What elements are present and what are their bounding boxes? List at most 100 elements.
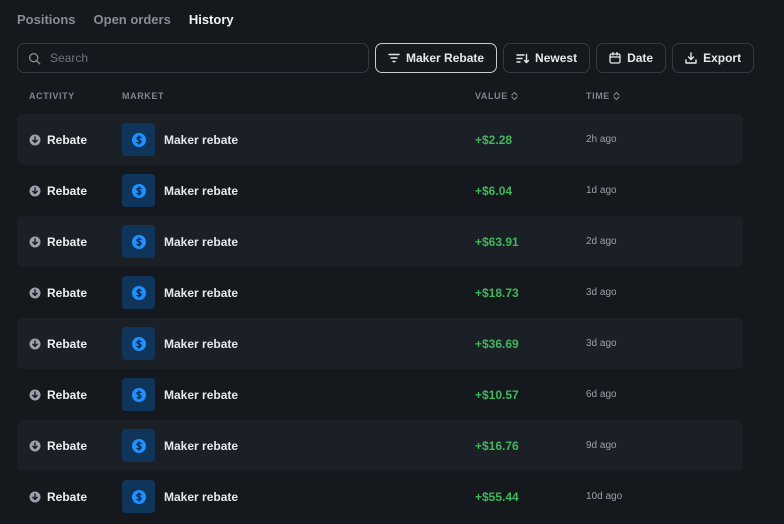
time-cell: 6d ago bbox=[586, 369, 617, 420]
market-name: Maker rebate bbox=[164, 438, 239, 453]
search-input[interactable] bbox=[48, 50, 368, 66]
tab-history[interactable]: History bbox=[189, 12, 234, 27]
maker-rebate-filter-button[interactable]: Maker Rebate bbox=[375, 43, 498, 73]
column-header-activity: ACTIVITY bbox=[29, 91, 75, 101]
table-row[interactable]: Rebate Maker rebate +$2.28 2h ago bbox=[17, 114, 743, 165]
market-name: Maker rebate bbox=[164, 132, 239, 147]
filter-icon bbox=[388, 53, 400, 63]
value-cell: +$63.91 bbox=[475, 216, 519, 267]
time-cell: 3d ago bbox=[586, 318, 617, 369]
value-cell: +$18.73 bbox=[475, 267, 519, 318]
activity-cell: Rebate bbox=[29, 165, 87, 216]
filter-label: Maker Rebate bbox=[406, 51, 485, 65]
dollar-coin-icon bbox=[131, 387, 146, 402]
market-thumbnail bbox=[122, 174, 155, 207]
market-cell[interactable]: Maker rebate bbox=[122, 216, 238, 267]
market-thumbnail bbox=[122, 480, 155, 513]
arrow-down-circle-icon bbox=[29, 236, 41, 247]
value-cell: +$2.28 bbox=[475, 114, 512, 165]
market-cell[interactable]: Maker rebate bbox=[122, 165, 238, 216]
time-cell: 1d ago bbox=[586, 165, 617, 216]
tab-positions[interactable]: Positions bbox=[17, 12, 76, 27]
market-cell[interactable]: Maker rebate bbox=[122, 471, 238, 522]
activity-label: Rebate bbox=[47, 183, 88, 198]
time-ago: 2d ago bbox=[586, 236, 617, 247]
arrow-down-circle-icon bbox=[29, 389, 41, 400]
table-row[interactable]: Rebate Maker rebate +$55.44 10d ago bbox=[17, 471, 743, 522]
column-header-market: MARKET bbox=[122, 91, 164, 101]
history-table-body: Rebate Maker rebate +$2.28 2h ago Rebate… bbox=[17, 114, 743, 522]
market-name: Maker rebate bbox=[164, 489, 239, 504]
sort-newest-button[interactable]: Newest bbox=[503, 43, 591, 73]
time-ago: 1d ago bbox=[586, 185, 617, 196]
column-header-time[interactable]: TIME bbox=[586, 91, 620, 101]
arrow-down-circle-icon bbox=[29, 134, 41, 145]
market-thumbnail bbox=[122, 123, 155, 156]
market-name: Maker rebate bbox=[164, 234, 239, 249]
sort-icon bbox=[516, 53, 530, 63]
time-cell: 2d ago bbox=[586, 216, 617, 267]
time-cell: 2h ago bbox=[586, 114, 617, 165]
market-name: Maker rebate bbox=[164, 336, 239, 351]
sort-arrows-icon bbox=[511, 91, 518, 101]
market-thumbnail bbox=[122, 429, 155, 462]
value-amount: +$16.76 bbox=[475, 438, 519, 453]
market-name: Maker rebate bbox=[164, 183, 239, 198]
time-ago: 9d ago bbox=[586, 440, 617, 451]
time-cell: 3d ago bbox=[586, 267, 617, 318]
time-cell: 10d ago bbox=[586, 471, 622, 522]
value-cell: +$36.69 bbox=[475, 318, 519, 369]
activity-label: Rebate bbox=[47, 438, 88, 453]
activity-label: Rebate bbox=[47, 489, 88, 504]
activity-label: Rebate bbox=[47, 336, 88, 351]
market-cell[interactable]: Maker rebate bbox=[122, 267, 238, 318]
time-ago: 2h ago bbox=[586, 134, 617, 145]
dollar-coin-icon bbox=[131, 234, 146, 249]
market-thumbnail bbox=[122, 378, 155, 411]
value-amount: +$2.28 bbox=[475, 132, 513, 147]
table-row[interactable]: Rebate Maker rebate +$16.76 9d ago bbox=[17, 420, 743, 471]
value-amount: +$10.57 bbox=[475, 387, 519, 402]
column-header-value-label: VALUE bbox=[475, 91, 508, 101]
market-cell[interactable]: Maker rebate bbox=[122, 114, 238, 165]
download-icon bbox=[685, 52, 697, 64]
arrow-down-circle-icon bbox=[29, 185, 41, 196]
table-row[interactable]: Rebate Maker rebate +$63.91 2d ago bbox=[17, 216, 743, 267]
date-button[interactable]: Date bbox=[596, 43, 667, 73]
table-row[interactable]: Rebate Maker rebate +$10.57 6d ago bbox=[17, 369, 743, 420]
activity-cell: Rebate bbox=[29, 318, 87, 369]
table-row[interactable]: Rebate Maker rebate +$18.73 3d ago bbox=[17, 267, 743, 318]
column-header-activity-label: ACTIVITY bbox=[29, 91, 75, 101]
time-ago: 10d ago bbox=[586, 491, 623, 502]
market-cell[interactable]: Maker rebate bbox=[122, 420, 238, 471]
market-thumbnail bbox=[122, 327, 155, 360]
market-cell[interactable]: Maker rebate bbox=[122, 369, 238, 420]
value-cell: +$6.04 bbox=[475, 165, 512, 216]
market-name: Maker rebate bbox=[164, 387, 239, 402]
dollar-coin-icon bbox=[131, 132, 146, 147]
dollar-coin-icon bbox=[131, 489, 146, 504]
activity-cell: Rebate bbox=[29, 114, 87, 165]
arrow-down-circle-icon bbox=[29, 287, 41, 298]
column-header-value[interactable]: VALUE bbox=[475, 91, 518, 101]
arrow-down-circle-icon bbox=[29, 440, 41, 451]
market-thumbnail bbox=[122, 276, 155, 309]
export-button[interactable]: Export bbox=[672, 43, 755, 73]
time-cell: 9d ago bbox=[586, 420, 617, 471]
export-label: Export bbox=[703, 51, 742, 65]
table-row[interactable]: Rebate Maker rebate +$36.69 3d ago bbox=[17, 318, 743, 369]
time-ago: 6d ago bbox=[586, 389, 617, 400]
value-amount: +$18.73 bbox=[475, 285, 519, 300]
value-amount: +$63.91 bbox=[475, 234, 519, 249]
search-box[interactable] bbox=[17, 43, 369, 73]
dollar-coin-icon bbox=[131, 336, 146, 351]
table-row[interactable]: Rebate Maker rebate +$6.04 1d ago bbox=[17, 165, 743, 216]
value-cell: +$55.44 bbox=[475, 471, 519, 522]
activity-cell: Rebate bbox=[29, 420, 87, 471]
activity-label: Rebate bbox=[47, 285, 88, 300]
value-cell: +$16.76 bbox=[475, 420, 519, 471]
dollar-coin-icon bbox=[131, 183, 146, 198]
market-cell[interactable]: Maker rebate bbox=[122, 318, 238, 369]
dollar-coin-icon bbox=[131, 285, 146, 300]
tab-open-orders[interactable]: Open orders bbox=[94, 12, 171, 27]
